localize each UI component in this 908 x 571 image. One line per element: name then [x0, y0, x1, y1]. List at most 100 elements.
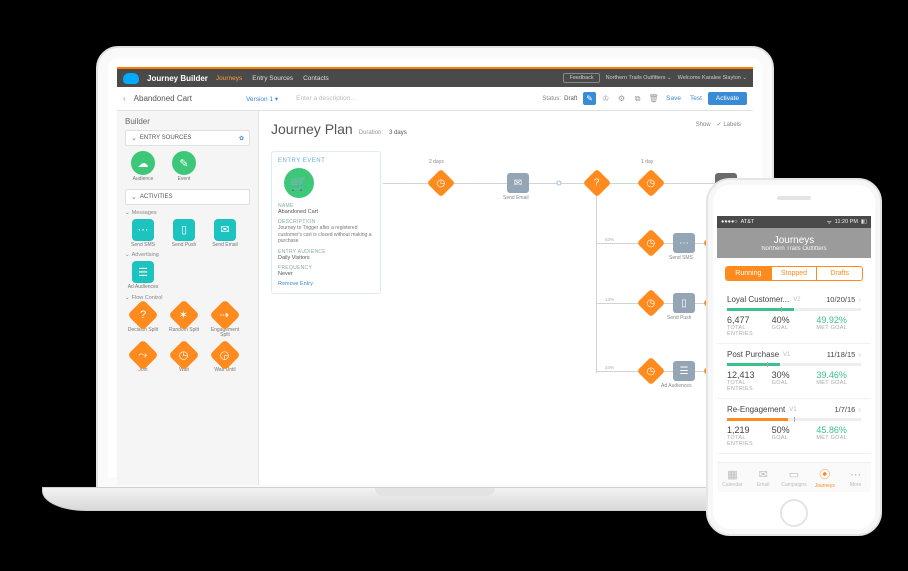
journey-card[interactable]: Loyal Customer... V2 10/20/15 › 6,477TOT…	[717, 289, 871, 344]
flow-icon: ✶	[168, 299, 199, 330]
phone-speaker	[777, 196, 811, 200]
section-activities[interactable]: ⌄ ACTIVITIES	[125, 189, 250, 205]
segment-stopped[interactable]: Stopped	[771, 267, 818, 280]
delete-icon[interactable]: 🗑	[647, 92, 660, 105]
activate-button[interactable]: Activate	[708, 92, 747, 105]
subsection-messages[interactable]: ⌄ Messages	[125, 210, 250, 216]
phone-title: Journeys	[774, 235, 815, 246]
builder-title: Builder	[125, 117, 250, 126]
labels-toggle[interactable]: ✓ Labels	[717, 121, 741, 128]
journey-card[interactable]: Re-Engagement V1 1/7/16 › 1,219TOTAL ENT…	[717, 399, 871, 454]
push-icon: ▯	[173, 219, 195, 241]
settings-icon[interactable]: ⚙	[615, 92, 628, 105]
tile-engagement-split[interactable]: ⇢ Engagement Split	[207, 304, 243, 339]
nav-contacts[interactable]: Contacts	[303, 75, 329, 82]
nav-entry-sources[interactable]: Entry Sources	[252, 75, 293, 82]
tile-send-email[interactable]: ✉ Send Email	[207, 219, 243, 249]
tile-random-split[interactable]: ✶ Random Split	[166, 304, 202, 339]
canvas-duration-label: Duration:	[359, 130, 383, 136]
tile-wait-until[interactable]: ◶ Wait Until	[207, 344, 243, 374]
phone-tabbar: ▦Calendar✉Email▭Campaigns⦿Journeys⋯More	[717, 462, 871, 492]
home-button[interactable]	[780, 499, 808, 527]
wait-node-4[interactable]: ◷	[637, 289, 665, 317]
flow-icon: ◶	[209, 339, 240, 370]
audience-icon: ☁	[131, 151, 155, 175]
carrier-label: AT&T	[741, 219, 824, 225]
tile-send-sms[interactable]: ⋯ Send SMS	[125, 219, 161, 249]
wait-node[interactable]: ◷	[427, 169, 455, 197]
wifi-icon: ᯤ	[827, 218, 832, 226]
tab-email[interactable]: ✉Email	[748, 463, 779, 492]
phone-frame: ●●●●○ AT&T ᯤ 11:20 PM ▮▯ Journeys Northe…	[706, 178, 882, 536]
tab-calendar[interactable]: ▦Calendar	[717, 463, 748, 492]
tile-ad-audiences[interactable]: ☰ Ad Audiences	[125, 261, 161, 291]
version-dropdown[interactable]: Version 1 ▾	[246, 95, 278, 103]
chevron-right-icon: ›	[858, 350, 861, 359]
wait-node-5[interactable]: ◷	[637, 357, 665, 385]
save-button[interactable]: Save	[666, 95, 681, 102]
goal-icon[interactable]: ♔	[599, 92, 612, 105]
tab-journeys[interactable]: ⦿Journeys	[809, 463, 840, 492]
test-button[interactable]: Test	[690, 95, 702, 102]
tile-wait[interactable]: ◷ Wait	[166, 344, 202, 374]
clock: 11:20 PM	[835, 219, 858, 225]
journey-name: Post Purchase	[727, 350, 779, 359]
tab-campaigns[interactable]: ▭Campaigns	[779, 463, 810, 492]
status-label: Status:	[542, 96, 561, 102]
sms-icon: ⋯	[132, 219, 154, 241]
app-header: Journey Builder Journeys Entry Sources C…	[117, 67, 753, 87]
back-button[interactable]: ‹	[123, 94, 126, 103]
journey-date: 11/18/15	[827, 350, 856, 359]
journey-canvas[interactable]: Journey Plan Duration: 3 days Show ✓ Lab…	[259, 111, 753, 485]
journey-card[interactable]: Post Purchase V1 11/18/15 › 12,413TOTAL …	[717, 344, 871, 399]
tile-send-push[interactable]: ▯ Send Push	[166, 219, 202, 249]
copy-icon[interactable]: ⧉	[631, 92, 644, 105]
edit-icon[interactable]: ✎	[583, 92, 596, 105]
tile-event[interactable]: ✎ Event	[166, 151, 202, 183]
section-entry-sources[interactable]: ⌄ ENTRY SOURCES ✿	[125, 130, 250, 146]
subsection-advertising[interactable]: ⌄ Advertising	[125, 252, 250, 258]
send-email-node[interactable]: ✉	[507, 173, 529, 193]
tile-audience[interactable]: ☁ Audience	[125, 151, 161, 183]
segment-running[interactable]: Running	[726, 267, 771, 280]
entry-event-card[interactable]: ENTRY EVENT 🛒 NAME Abandoned Cart DESCRI…	[271, 151, 381, 294]
wait-node-2[interactable]: ◷	[637, 169, 665, 197]
description-input[interactable]: Enter a description...	[296, 95, 356, 102]
email-icon: ✉	[214, 219, 236, 241]
ad-audiences-node[interactable]: ☰	[673, 361, 695, 381]
feedback-button[interactable]: Feedback	[563, 73, 599, 83]
journey-version: V1	[789, 407, 834, 413]
laptop-screen: Journey Builder Journeys Entry Sources C…	[117, 67, 753, 485]
decision-split-node[interactable]: ?	[583, 169, 611, 197]
laptop-frame: Journey Builder Journeys Entry Sources C…	[96, 46, 774, 489]
canvas-title: Journey Plan	[271, 121, 353, 137]
entry-card-header: ENTRY EVENT	[278, 158, 374, 164]
org-dropdown[interactable]: Northern Trails Outfitters ⌄	[606, 75, 672, 81]
journey-date: 10/20/15	[826, 295, 855, 304]
journey-name: Re-Engagement	[727, 405, 785, 414]
journey-date: 1/7/16	[834, 405, 855, 414]
ad-audiences-icon: ☰	[132, 261, 154, 283]
journey-name: Loyal Customer...	[727, 295, 789, 304]
tab-more[interactable]: ⋯More	[840, 463, 871, 492]
send-push-node[interactable]: ▯	[673, 293, 695, 313]
segment-drafts[interactable]: Drafts	[817, 267, 862, 280]
tile-decision-split[interactable]: ? Decision Split	[125, 304, 161, 339]
subsection-flow-control[interactable]: ⌄ Flow Control	[125, 295, 250, 301]
journey-version: V2	[793, 297, 826, 303]
flow-diagram: ◷ 2 days ✉ Send Email ? ◷ 1 day ➲ Exit o…	[393, 161, 753, 485]
flow-icon: ⇢	[209, 299, 240, 330]
user-menu[interactable]: Welcome Karalee Slayton ⌄	[678, 75, 747, 81]
send-sms-node[interactable]: ⋯	[673, 233, 695, 253]
campaigns-icon: ▭	[789, 468, 799, 481]
wait-node-3[interactable]: ◷	[637, 229, 665, 257]
nav-journeys[interactable]: Journeys	[216, 75, 242, 82]
flow-icon: ?	[127, 299, 158, 330]
flow-icon: ◷	[168, 339, 199, 370]
gear-icon[interactable]: ✿	[239, 135, 244, 142]
remove-entry-link[interactable]: Remove Entry	[278, 281, 374, 287]
tile-join[interactable]: ⤳ Join	[125, 344, 161, 374]
section-label: ACTIVITIES	[140, 194, 173, 200]
journeys-icon: ⦿	[819, 466, 830, 482]
header-nav: Journeys Entry Sources Contacts	[216, 75, 329, 82]
